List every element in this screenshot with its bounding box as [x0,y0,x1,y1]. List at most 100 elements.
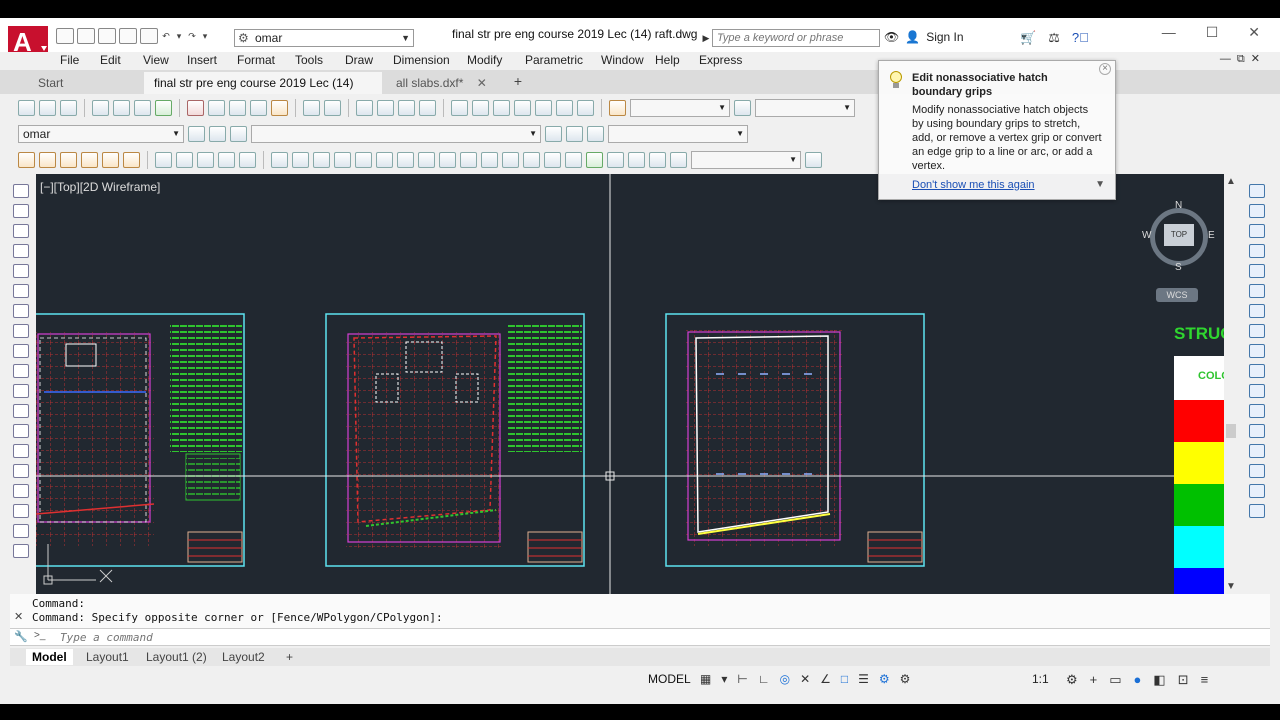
tab-layout2[interactable]: Layout2 [216,649,271,665]
plot-preview-icon[interactable] [113,100,130,116]
open-icon[interactable] [39,100,56,116]
menu-modify[interactable]: Modify [467,53,525,67]
annotation-monitor-icon[interactable]: + [1090,672,1098,688]
dim-update-icon[interactable] [670,152,687,168]
undo-icon[interactable]: ↶ [161,28,171,44]
layer-previous-icon[interactable] [230,126,247,142]
polygon-icon[interactable] [13,244,29,258]
cut-icon[interactable] [187,100,204,116]
binoculars-icon[interactable]: 👁 [884,30,899,44]
help-icon[interactable] [577,100,594,116]
text-style-select[interactable]: ▼ [630,99,730,117]
radius-dim-icon[interactable] [355,152,372,168]
tab-layout1-2[interactable]: Layout1 (2) [140,649,213,665]
add-layout-plus-icon[interactable]: + [280,649,299,665]
insert-block-icon[interactable] [13,404,29,418]
annotation-visibility-icon[interactable]: ⚙ [879,672,890,686]
hardware-acceleration-icon[interactable]: ● [1134,672,1142,688]
compass-west[interactable]: W [1142,230,1151,241]
new-tab-plus-icon[interactable]: + [510,74,526,90]
menu-insert[interactable]: Insert [187,53,237,67]
spline-icon[interactable] [13,344,29,358]
ellipse-arc-icon[interactable] [13,384,29,398]
polar-tracking-icon[interactable]: ◎ [780,672,790,686]
erase-icon[interactable] [1249,184,1265,198]
center-mark-icon[interactable] [565,152,582,168]
autodesk-a360-icon[interactable]: ⚖ [1048,30,1060,46]
units-icon[interactable]: ▭ [1109,672,1121,688]
match-properties-icon[interactable] [250,100,267,116]
undo-dropdown-icon[interactable]: ▾ [174,28,184,44]
menu-file[interactable]: File [60,53,100,67]
clean-screen-icon[interactable]: ⊡ [1178,672,1189,688]
rectangle-icon[interactable] [13,264,29,278]
menu-parametric[interactable]: Parametric [525,53,601,67]
plot-icon[interactable] [92,100,109,116]
compass-north[interactable]: N [1175,200,1182,211]
maximize-icon[interactable]: ☐ [1206,24,1219,41]
mirror-icon[interactable] [1249,224,1265,238]
viewcube[interactable]: TOP N S W E [1142,200,1216,274]
zoom-previous-icon[interactable] [419,100,436,116]
diameter-dim-icon[interactable] [397,152,414,168]
sign-in-button[interactable]: Sign In [926,30,963,44]
copy-icon[interactable] [1249,204,1265,218]
angular-dim-icon[interactable] [418,152,435,168]
tolerance-icon[interactable] [544,152,561,168]
layer-select[interactable]: omar ▼ [18,125,184,143]
close-icon[interactable]: ✕ [477,76,487,90]
wcs-menu[interactable]: WCS [1156,288,1198,302]
erase-icon[interactable] [18,152,35,168]
close-icon[interactable]: × [1099,63,1111,75]
dim-space-icon[interactable] [502,152,519,168]
block-editor-icon[interactable] [271,100,288,116]
isolate-objects-icon[interactable]: ◧ [1153,672,1165,688]
tab-raft-drawing[interactable]: final str pre eng course 2019 Lec (14) r… [144,72,382,112]
drawing-canvas[interactable]: [−][Top][2D Wireframe] TOP N S W E WCS S… [36,174,1224,594]
plotstyle-icon[interactable] [587,126,604,142]
menu-window[interactable]: Window [601,53,655,67]
new-file-icon[interactable] [56,28,74,44]
circle-icon[interactable] [13,304,29,318]
jogged-dim-icon[interactable] [376,152,393,168]
rotate-icon[interactable] [155,152,172,168]
table-icon[interactable] [13,524,29,538]
close-command-line-icon[interactable]: ✕ [14,610,23,623]
array-icon[interactable] [102,152,119,168]
layer-state-icon[interactable] [209,126,226,142]
ortho-icon[interactable]: ∟ [758,672,770,686]
break-icon[interactable] [1249,404,1265,418]
ellipse-icon[interactable] [13,364,29,378]
dim-style-select[interactable]: ▼ [755,99,855,117]
compass-south[interactable]: S [1175,262,1182,273]
dim-style-select-2[interactable]: ▼ [691,151,801,169]
linear-dim-icon[interactable] [271,152,288,168]
menu-express[interactable]: Express [699,53,759,67]
text-style-icon[interactable] [609,100,626,116]
annotation-scale[interactable]: 1:1 [1032,672,1049,686]
3d-print-icon[interactable] [155,100,172,116]
sheet-3[interactable] [665,313,925,567]
scroll-up-icon[interactable]: ▲ [1226,176,1236,187]
print-icon[interactable] [140,28,158,44]
workspace-switching-icon[interactable]: ⚙ [1066,672,1078,688]
jogged-linear-icon[interactable] [607,152,624,168]
line-icon[interactable] [13,184,29,198]
polyline-icon[interactable] [13,224,29,238]
extend-icon[interactable] [239,152,256,168]
open-file-icon[interactable] [77,28,95,44]
zoom-realtime-icon[interactable] [377,100,394,116]
rotate-icon[interactable] [1249,304,1265,318]
scroll-down-icon[interactable]: ▼ [1226,581,1236,592]
dim-style-manager-icon[interactable] [805,152,822,168]
tab-layout1[interactable]: Layout1 [80,649,135,665]
aligned-dim-icon[interactable] [292,152,309,168]
new-icon[interactable] [18,100,35,116]
copy-object-icon[interactable] [39,152,56,168]
menu-tools[interactable]: Tools [295,53,345,67]
ordinate-dim-icon[interactable] [334,152,351,168]
model-space-button[interactable]: MODEL [648,672,691,686]
menu-draw[interactable]: Draw [345,53,393,67]
mtext-icon[interactable] [13,544,29,558]
copy-icon[interactable] [208,100,225,116]
